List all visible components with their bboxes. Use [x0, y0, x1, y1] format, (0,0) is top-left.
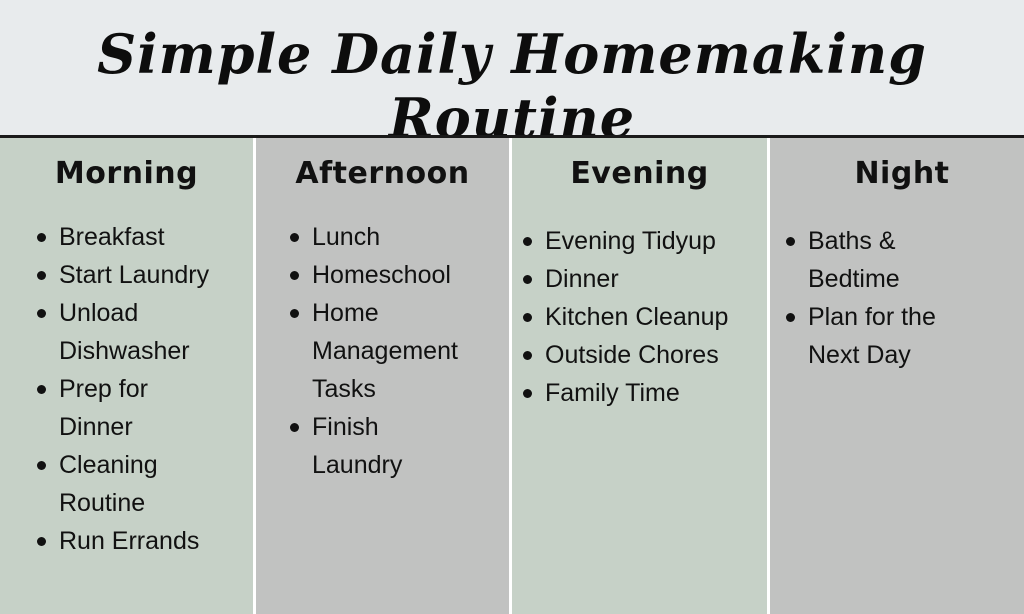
list-item: Dinner: [521, 260, 766, 298]
list-item: Outside Chores: [521, 336, 766, 374]
column-heading: Morning: [54, 156, 199, 191]
task-list: Breakfast Start Laundry Unload Dishwashe…: [35, 218, 250, 560]
column-morning: Morning Breakfast Start Laundry Unload D…: [0, 138, 253, 614]
list-item: Kitchen Cleanup: [521, 298, 766, 336]
column-evening: Evening Evening Tidyup Dinner Kitchen Cl…: [512, 138, 767, 614]
list-item: Cleaning Routine: [35, 446, 209, 522]
task-list: Lunch Homeschool Home Management Tasks F…: [288, 218, 488, 484]
column-heading: Evening: [570, 156, 709, 191]
list-item: Finish Laundry: [288, 408, 432, 484]
list-item: Plan for the Next Day: [784, 298, 978, 374]
column-afternoon: Afternoon Lunch Homeschool Home Manageme…: [256, 138, 509, 614]
task-list: Evening Tidyup Dinner Kitchen Cleanup Ou…: [521, 222, 766, 412]
list-item: Breakfast: [35, 218, 250, 256]
list-item: Family Time: [521, 374, 766, 412]
list-item: Homeschool: [288, 256, 488, 294]
list-item: Home Management Tasks: [288, 294, 482, 408]
page-title: Simple Daily Homemaking Routine: [97, 22, 927, 150]
column-heading: Night: [854, 156, 950, 191]
list-item: Evening Tidyup: [521, 222, 766, 260]
column-night: Night Baths & Bedtime Plan for the Next …: [770, 138, 1024, 614]
list-item: Start Laundry: [35, 256, 250, 294]
task-list: Baths & Bedtime Plan for the Next Day: [784, 222, 964, 374]
list-item: Run Errands: [35, 522, 250, 560]
list-item: Lunch: [288, 218, 488, 256]
list-item: Prep for Dinner: [35, 370, 189, 446]
list-item: Baths & Bedtime: [784, 222, 938, 298]
list-item: Unload Dishwasher: [35, 294, 219, 370]
header: Simple Daily Homemaking Routine: [0, 0, 1024, 150]
column-heading: Afternoon: [295, 156, 470, 191]
